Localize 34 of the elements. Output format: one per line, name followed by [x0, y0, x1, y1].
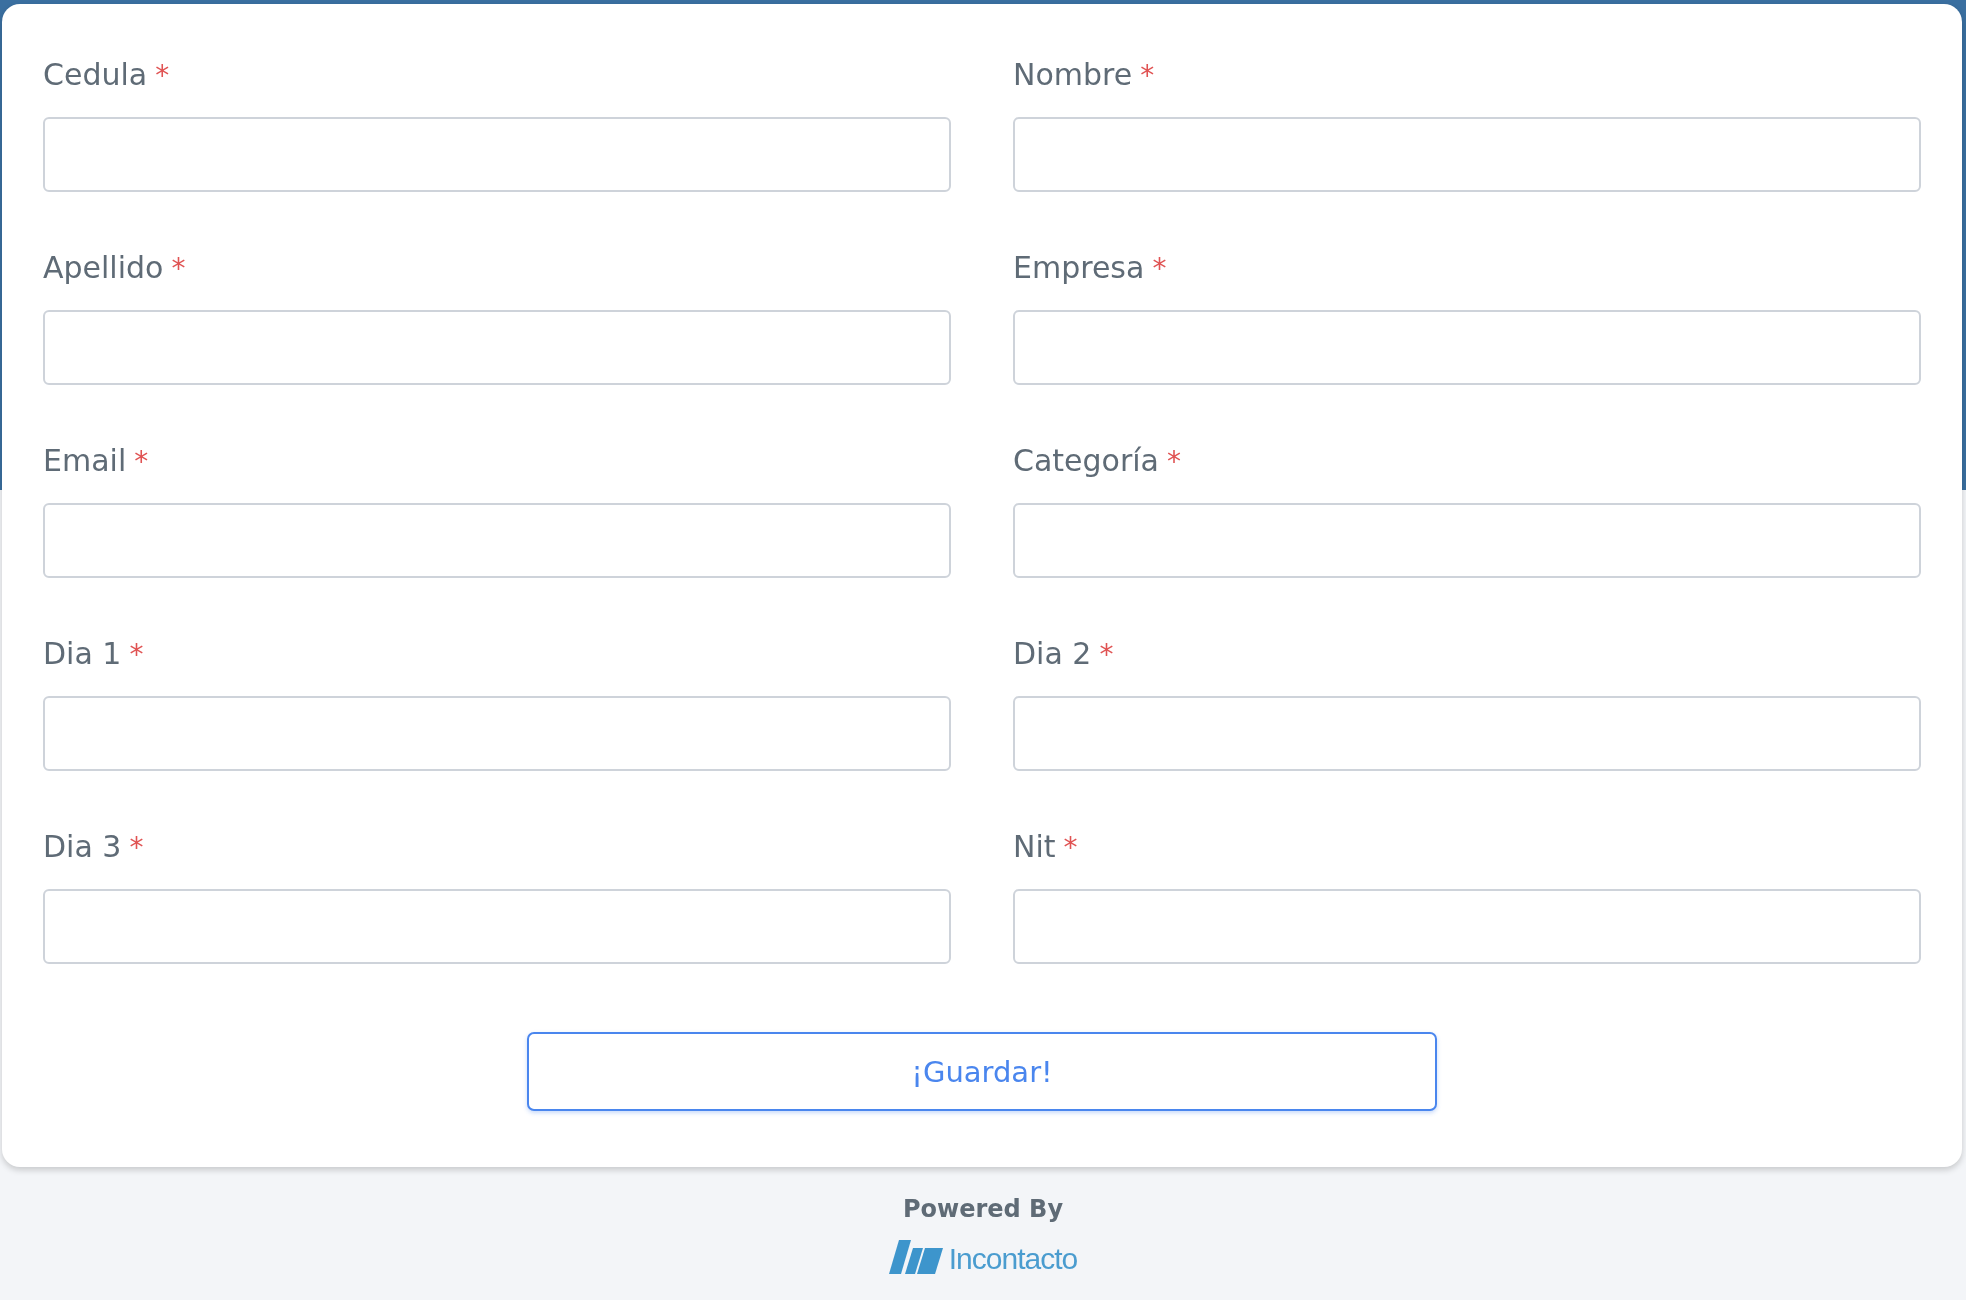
input-field[interactable] — [1013, 503, 1921, 578]
input-field[interactable] — [43, 503, 951, 578]
save-button[interactable]: ¡Guardar! — [527, 1032, 1437, 1111]
required-mark: * — [1152, 251, 1167, 287]
input-field[interactable] — [1013, 310, 1921, 385]
required-mark: * — [134, 444, 149, 480]
input-field[interactable] — [1013, 696, 1921, 771]
input-field[interactable] — [43, 310, 951, 385]
field-label: Cedula — [43, 56, 148, 94]
field-label: Nit — [1013, 828, 1056, 866]
field-label: Categoría — [1013, 442, 1159, 480]
powered-by-text: Powered By — [902, 1194, 1064, 1225]
input-field[interactable] — [43, 889, 951, 964]
field-label: Nombre — [1013, 56, 1133, 94]
field-label: Empresa — [1013, 249, 1145, 287]
input-field[interactable] — [43, 696, 951, 771]
field-label: Dia 1 — [43, 635, 122, 673]
input-field[interactable] — [1013, 889, 1921, 964]
required-mark: * — [1167, 444, 1181, 480]
logo-icon — [888, 1240, 943, 1274]
logo-text: Incontacto — [948, 1244, 1078, 1274]
input-field[interactable] — [1013, 117, 1921, 192]
required-mark: * — [1063, 830, 1078, 866]
field-label: Dia 2 — [1013, 635, 1092, 673]
required-mark: * — [1140, 58, 1155, 94]
required-mark: * — [155, 58, 170, 94]
required-mark: * — [171, 251, 186, 287]
field-label: Apellido — [43, 249, 164, 287]
required-mark: * — [1099, 637, 1114, 673]
required-mark: * — [129, 637, 144, 673]
field-label: Dia 3 — [43, 828, 122, 866]
field-label: Email — [43, 442, 127, 480]
input-field[interactable] — [43, 117, 951, 192]
required-mark: * — [129, 830, 144, 866]
